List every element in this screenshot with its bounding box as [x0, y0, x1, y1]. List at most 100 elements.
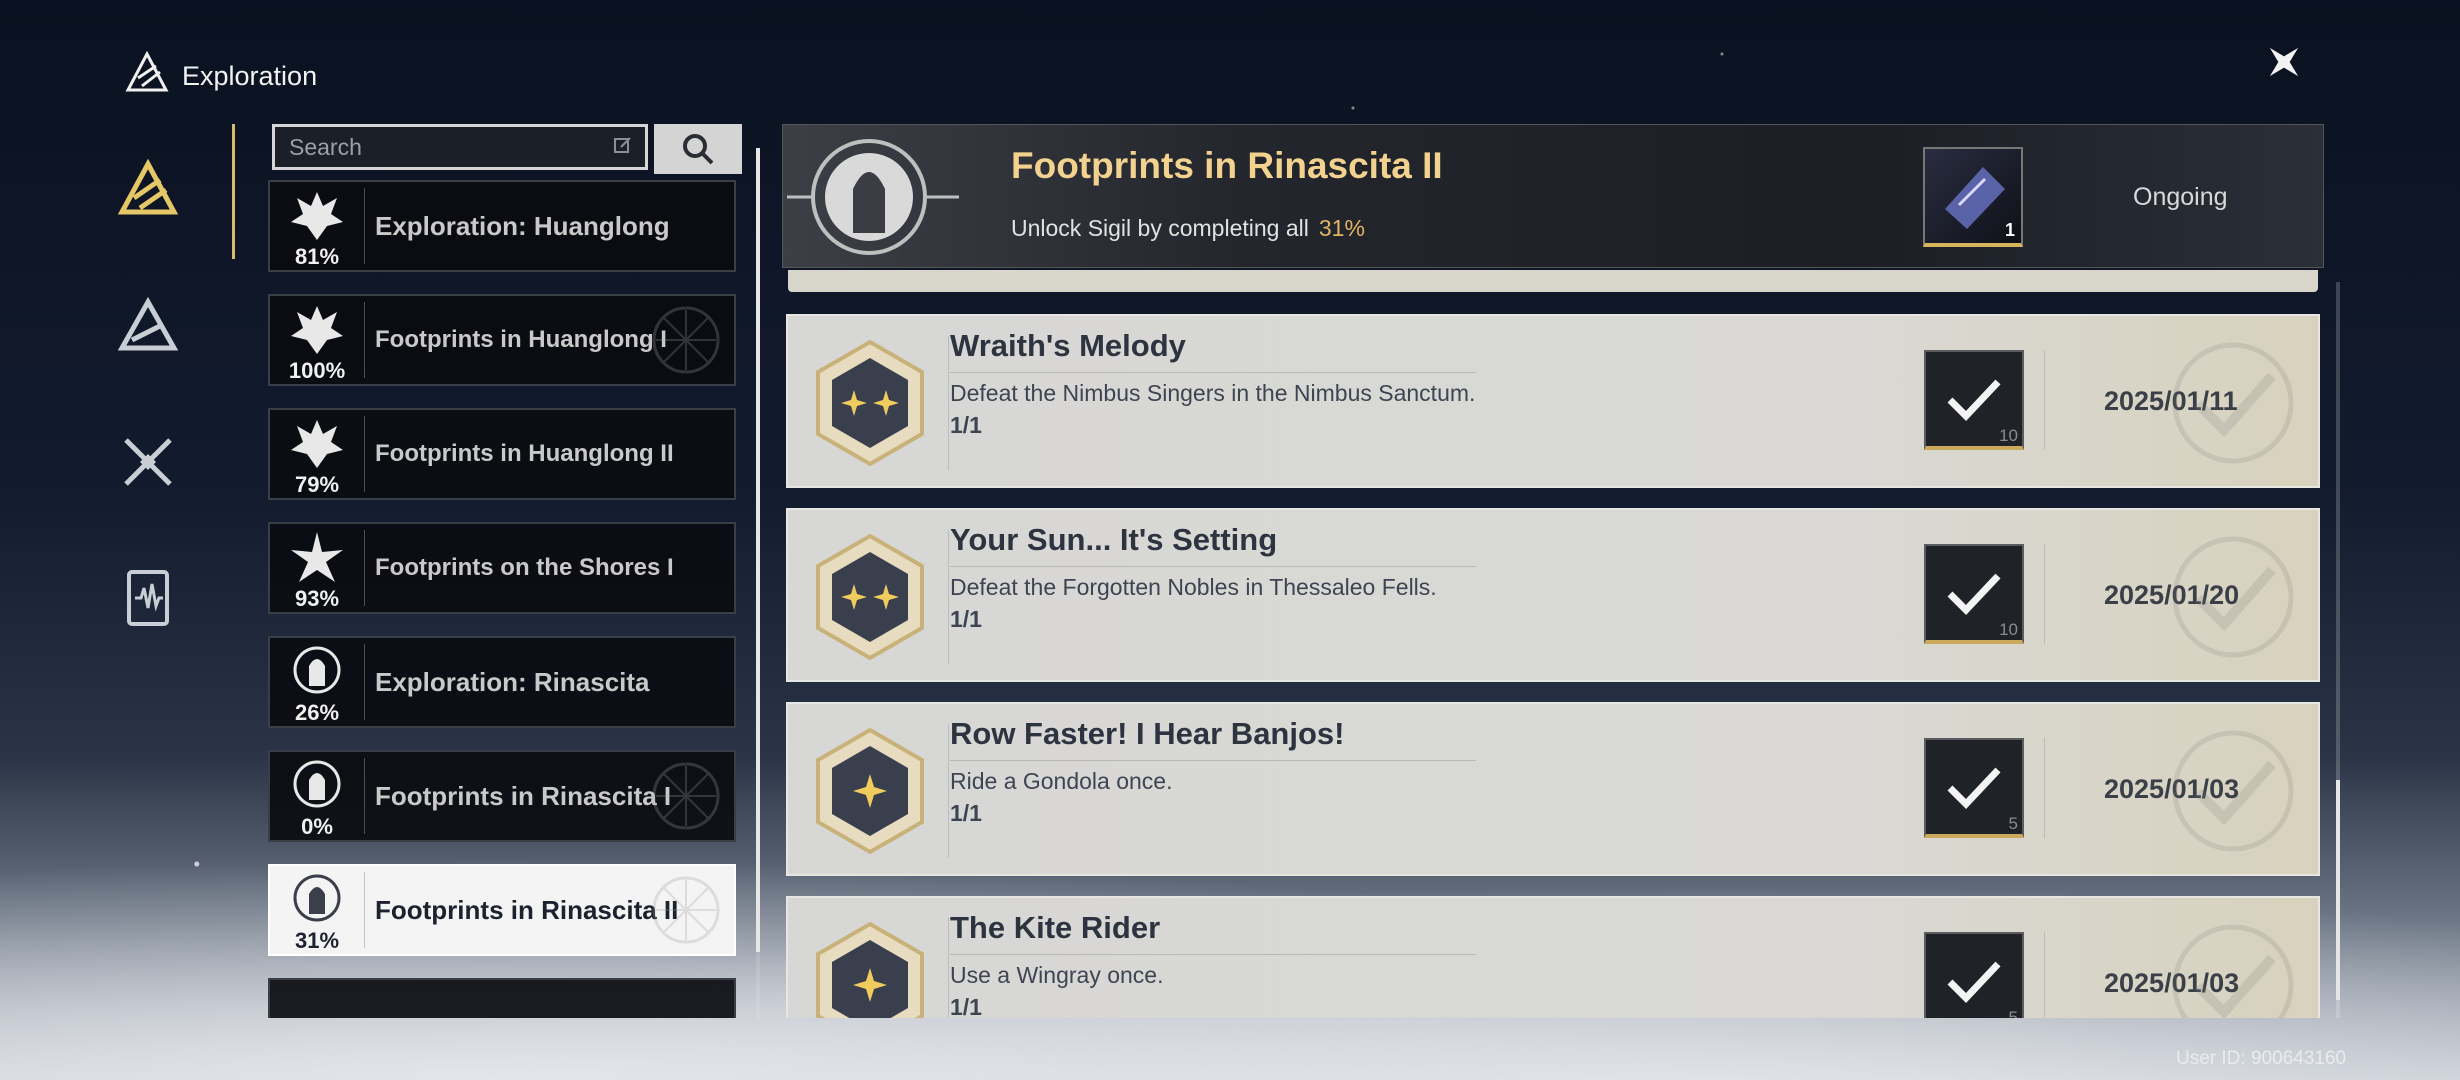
rail-item-landmarks[interactable] — [108, 286, 188, 366]
category-emblem: 93% — [270, 524, 364, 612]
task-list-top-edge — [788, 270, 2318, 292]
category-item-exploration-huanglong[interactable]: 81% Exploration: Huanglong — [268, 180, 736, 272]
close-button[interactable] — [2258, 36, 2310, 88]
category-item-footprints-huanglong-1[interactable]: 100% Footprints in Huanglong I — [268, 294, 736, 386]
divider — [948, 724, 949, 858]
task-row[interactable]: Wraith's Melody Defeat the Nimbus Singer… — [786, 314, 2320, 488]
completion-badge-icon — [652, 306, 720, 374]
category-item-footprints-rinascita-1[interactable]: 0% Footprints in Rinascita I — [268, 750, 736, 842]
category-item-footprints-huanglong-2[interactable]: 79% Footprints in Huanglong II — [268, 408, 736, 500]
rail-item-combat[interactable] — [108, 422, 188, 502]
user-id-label: User ID: 900643160 — [2176, 1048, 2347, 1069]
one-star-medal-icon — [816, 727, 924, 855]
category-percent: 93% — [294, 586, 340, 611]
rinascita-bell-icon — [293, 646, 341, 694]
category-percent: 79% — [294, 472, 340, 497]
task-title: Your Sun... It's Setting — [950, 522, 1278, 557]
rinascita-bell-icon — [293, 874, 341, 922]
task-row[interactable]: Row Faster! I Hear Banjos! Ride a Gondol… — [786, 702, 2320, 876]
app-title: Exploration — [182, 61, 318, 91]
task-progress: 1/1 — [950, 412, 982, 438]
checkmark-icon — [1947, 767, 2001, 810]
card-waveform-icon — [127, 570, 169, 626]
task-scrollbar[interactable] — [2336, 780, 2340, 1000]
detail-header: Footprints in Rinascita II Unlock Sigil … — [782, 124, 2324, 268]
completed-check-watermark-icon — [2172, 536, 2294, 658]
divider — [950, 954, 1476, 955]
category-scrollbar[interactable] — [756, 148, 760, 952]
detail-subtitle-text: Unlock Sigil by completing all — [1011, 215, 1309, 241]
task-title: Row Faster! I Hear Banjos! — [950, 716, 1345, 751]
task-description: Ride a Gondola once. — [950, 768, 1173, 794]
completion-badge-icon — [652, 876, 720, 944]
task-reward-count: 5 — [2008, 814, 2018, 833]
app-header: Exploration — [124, 50, 317, 103]
search-field[interactable] — [272, 124, 648, 170]
category-percent: 31% — [294, 928, 340, 953]
category-percent: 26% — [294, 700, 340, 725]
category-emblem: 31% — [270, 866, 364, 954]
star-flower-icon — [291, 532, 343, 582]
completed-check-watermark-icon — [2172, 730, 2294, 852]
category-emblem: 81% — [270, 182, 364, 270]
rinascita-sigil-icon — [787, 139, 959, 255]
task-reward-count: 10 — [1999, 426, 2018, 445]
task-list: Wraith's Melody Defeat the Nimbus Singer… — [786, 314, 2320, 1018]
category-item-footprints-rinascita-2[interactable]: 31% Footprints in Rinascita II — [268, 864, 736, 956]
two-star-medal-icon — [816, 533, 924, 661]
task-description: Defeat the Nimbus Singers in the Nimbus … — [950, 380, 1476, 406]
divider — [948, 336, 949, 470]
task-title: The Kite Rider — [950, 910, 1161, 945]
completed-check-watermark-icon — [2172, 342, 2294, 464]
sigil-reward-card[interactable]: 1 — [1923, 147, 2023, 247]
category-emblem: 100% — [270, 296, 364, 384]
side-rail — [108, 150, 188, 694]
task-title: Wraith's Melody — [950, 328, 1186, 363]
edit-icon — [613, 135, 633, 160]
divider — [948, 530, 949, 664]
rail-active-indicator — [232, 124, 235, 259]
category-item-footprints-shores-1[interactable]: 93% Footprints on the Shores I — [268, 522, 736, 614]
category-emblem: 26% — [270, 638, 364, 726]
task-reward-claimed[interactable]: 10 — [1924, 350, 2024, 450]
exploration-logo-icon — [124, 50, 170, 103]
category-percent: 81% — [294, 244, 340, 269]
rail-item-records[interactable] — [108, 558, 188, 638]
divider — [2044, 544, 2045, 644]
category-emblem: 0% — [270, 752, 364, 840]
task-reward-claimed[interactable]: 5 — [1924, 738, 2024, 838]
task-row[interactable]: Your Sun... It's Setting Defeat the Forg… — [786, 508, 2320, 682]
detail-percent: 31% — [1318, 215, 1365, 241]
detail-subtitle: Unlock Sigil by completing all 31% — [1011, 215, 1365, 242]
category-name: Exploration: Rinascita — [375, 667, 650, 697]
one-star-medal-icon — [816, 921, 924, 1018]
task-reward-count: 5 — [2008, 1008, 2018, 1018]
close-icon — [2269, 47, 2299, 77]
category-emblem: 79% — [270, 410, 364, 498]
completion-badge-icon — [652, 762, 720, 830]
task-description: Defeat the Forgotten Nobles in Thessaleo… — [950, 574, 1437, 600]
divider — [950, 372, 1476, 373]
task-progress: 1/1 — [950, 606, 982, 632]
task-reward-claimed[interactable]: 10 — [1924, 544, 2024, 644]
task-reward-count: 10 — [1999, 620, 2018, 639]
rail-item-exploration[interactable] — [108, 150, 188, 230]
divider — [948, 918, 949, 1018]
checkmark-icon — [1947, 961, 2001, 1004]
search-input[interactable] — [287, 132, 613, 162]
search-button[interactable] — [654, 124, 742, 174]
task-reward-claimed[interactable]: 5 — [1924, 932, 2024, 1018]
crossed-swords-icon — [124, 438, 172, 486]
huanglong-dragon-icon — [291, 420, 343, 468]
category-item-partial[interactable] — [268, 978, 736, 1018]
checkmark-icon — [1947, 379, 2001, 422]
category-name: Footprints on the Shores I — [375, 554, 674, 581]
task-progress: 1/1 — [950, 800, 982, 826]
reward-count: 1 — [2004, 220, 2015, 240]
divider — [2044, 932, 2045, 1018]
triangle-emblem-icon — [118, 296, 178, 351]
category-item-exploration-rinascita[interactable]: 26% Exploration: Rinascita — [268, 636, 736, 728]
rinascita-bell-icon — [293, 760, 341, 808]
task-row[interactable]: The Kite Rider Use a Wingray once. 1/1 5… — [786, 896, 2320, 1018]
two-star-medal-icon — [816, 339, 924, 467]
